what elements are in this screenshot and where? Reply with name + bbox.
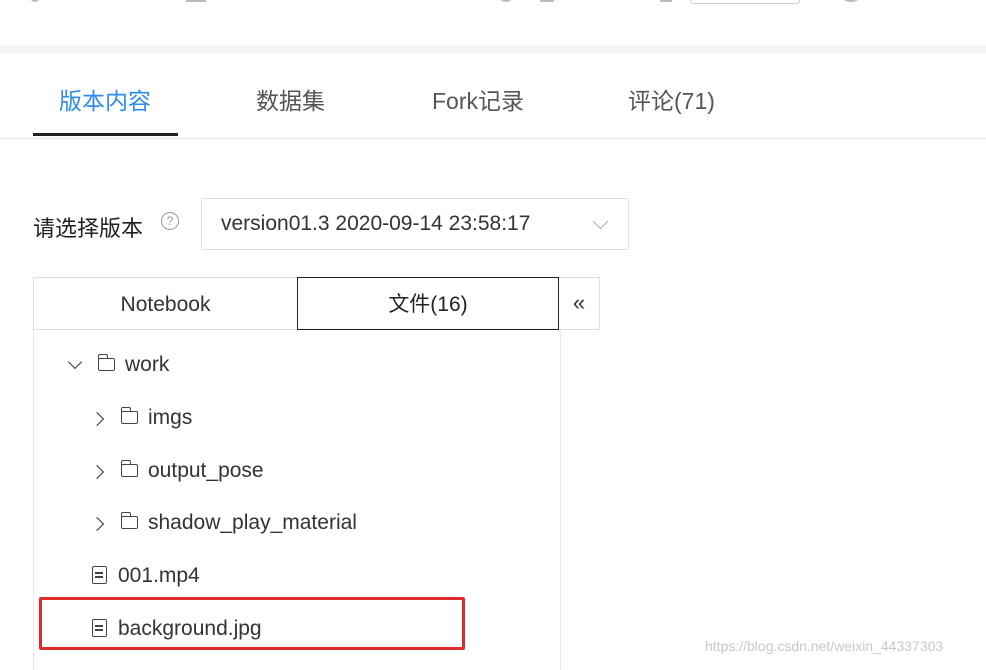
highlight-annotation (39, 597, 465, 650)
version-select-value: version01.3 2020-09-14 23:58:17 (221, 212, 531, 235)
toolbar-fragment (500, 0, 512, 2)
toolbar-fragment (30, 0, 40, 2)
tree-item-label: imgs (148, 406, 193, 429)
collapse-panel-button[interactable]: « (559, 277, 600, 330)
tree-folder-work[interactable]: work (66, 351, 366, 387)
help-icon[interactable]: ? (161, 212, 179, 230)
tree-folder-output-pose[interactable]: output_pose (89, 457, 390, 493)
chevron-right-icon (89, 411, 105, 427)
main-tabs: 版本内容 数据集 Fork记录 评论(71) (0, 54, 986, 139)
tree-folder-shadow-play-material[interactable]: shadow_play_material (89, 509, 410, 545)
toolbar-fragment (540, 0, 554, 2)
tab-comments[interactable]: 评论(71) (628, 82, 715, 116)
tree-file-001-mp4[interactable]: 001.mp4 (90, 562, 390, 598)
tree-item-label: work (125, 353, 170, 376)
tree-folder-imgs[interactable]: imgs (89, 404, 390, 440)
watermark: https://blog.csdn.net/weixin_44337303 (705, 638, 944, 654)
version-select[interactable]: version01.3 2020-09-14 23:58:17 (201, 198, 629, 250)
tab-datasets[interactable]: 数据集 (256, 82, 325, 116)
toolbar-button[interactable] (690, 0, 800, 4)
file-panel-tabs: Notebook 文件(16) « (33, 277, 600, 330)
tab-notebook[interactable]: Notebook (33, 277, 297, 330)
chevron-right-icon (89, 516, 105, 532)
tab-files[interactable]: 文件(16) (297, 277, 559, 330)
active-tab-indicator (33, 133, 178, 136)
version-select-label: 请选择版本 (33, 216, 144, 241)
toolbar-fragment (660, 0, 672, 2)
toolbar-fragment (186, 0, 206, 2)
tree-item-label: output_pose (148, 459, 264, 482)
top-bar (0, 0, 986, 53)
chevron-right-icon (89, 464, 105, 480)
chevron-down-icon (67, 354, 83, 370)
toolbar-fragment (842, 0, 860, 2)
tab-version-content[interactable]: 版本内容 (59, 82, 151, 116)
tab-fork-records[interactable]: Fork记录 (432, 82, 524, 116)
folder-icon (120, 460, 138, 477)
chevron-down-icon (592, 213, 609, 230)
folder-icon (120, 512, 138, 529)
file-icon (92, 566, 107, 584)
folder-icon (120, 407, 138, 424)
tree-item-label: shadow_play_material (148, 511, 357, 534)
folder-icon (97, 354, 115, 371)
tree-item-label: 001.mp4 (118, 564, 200, 587)
